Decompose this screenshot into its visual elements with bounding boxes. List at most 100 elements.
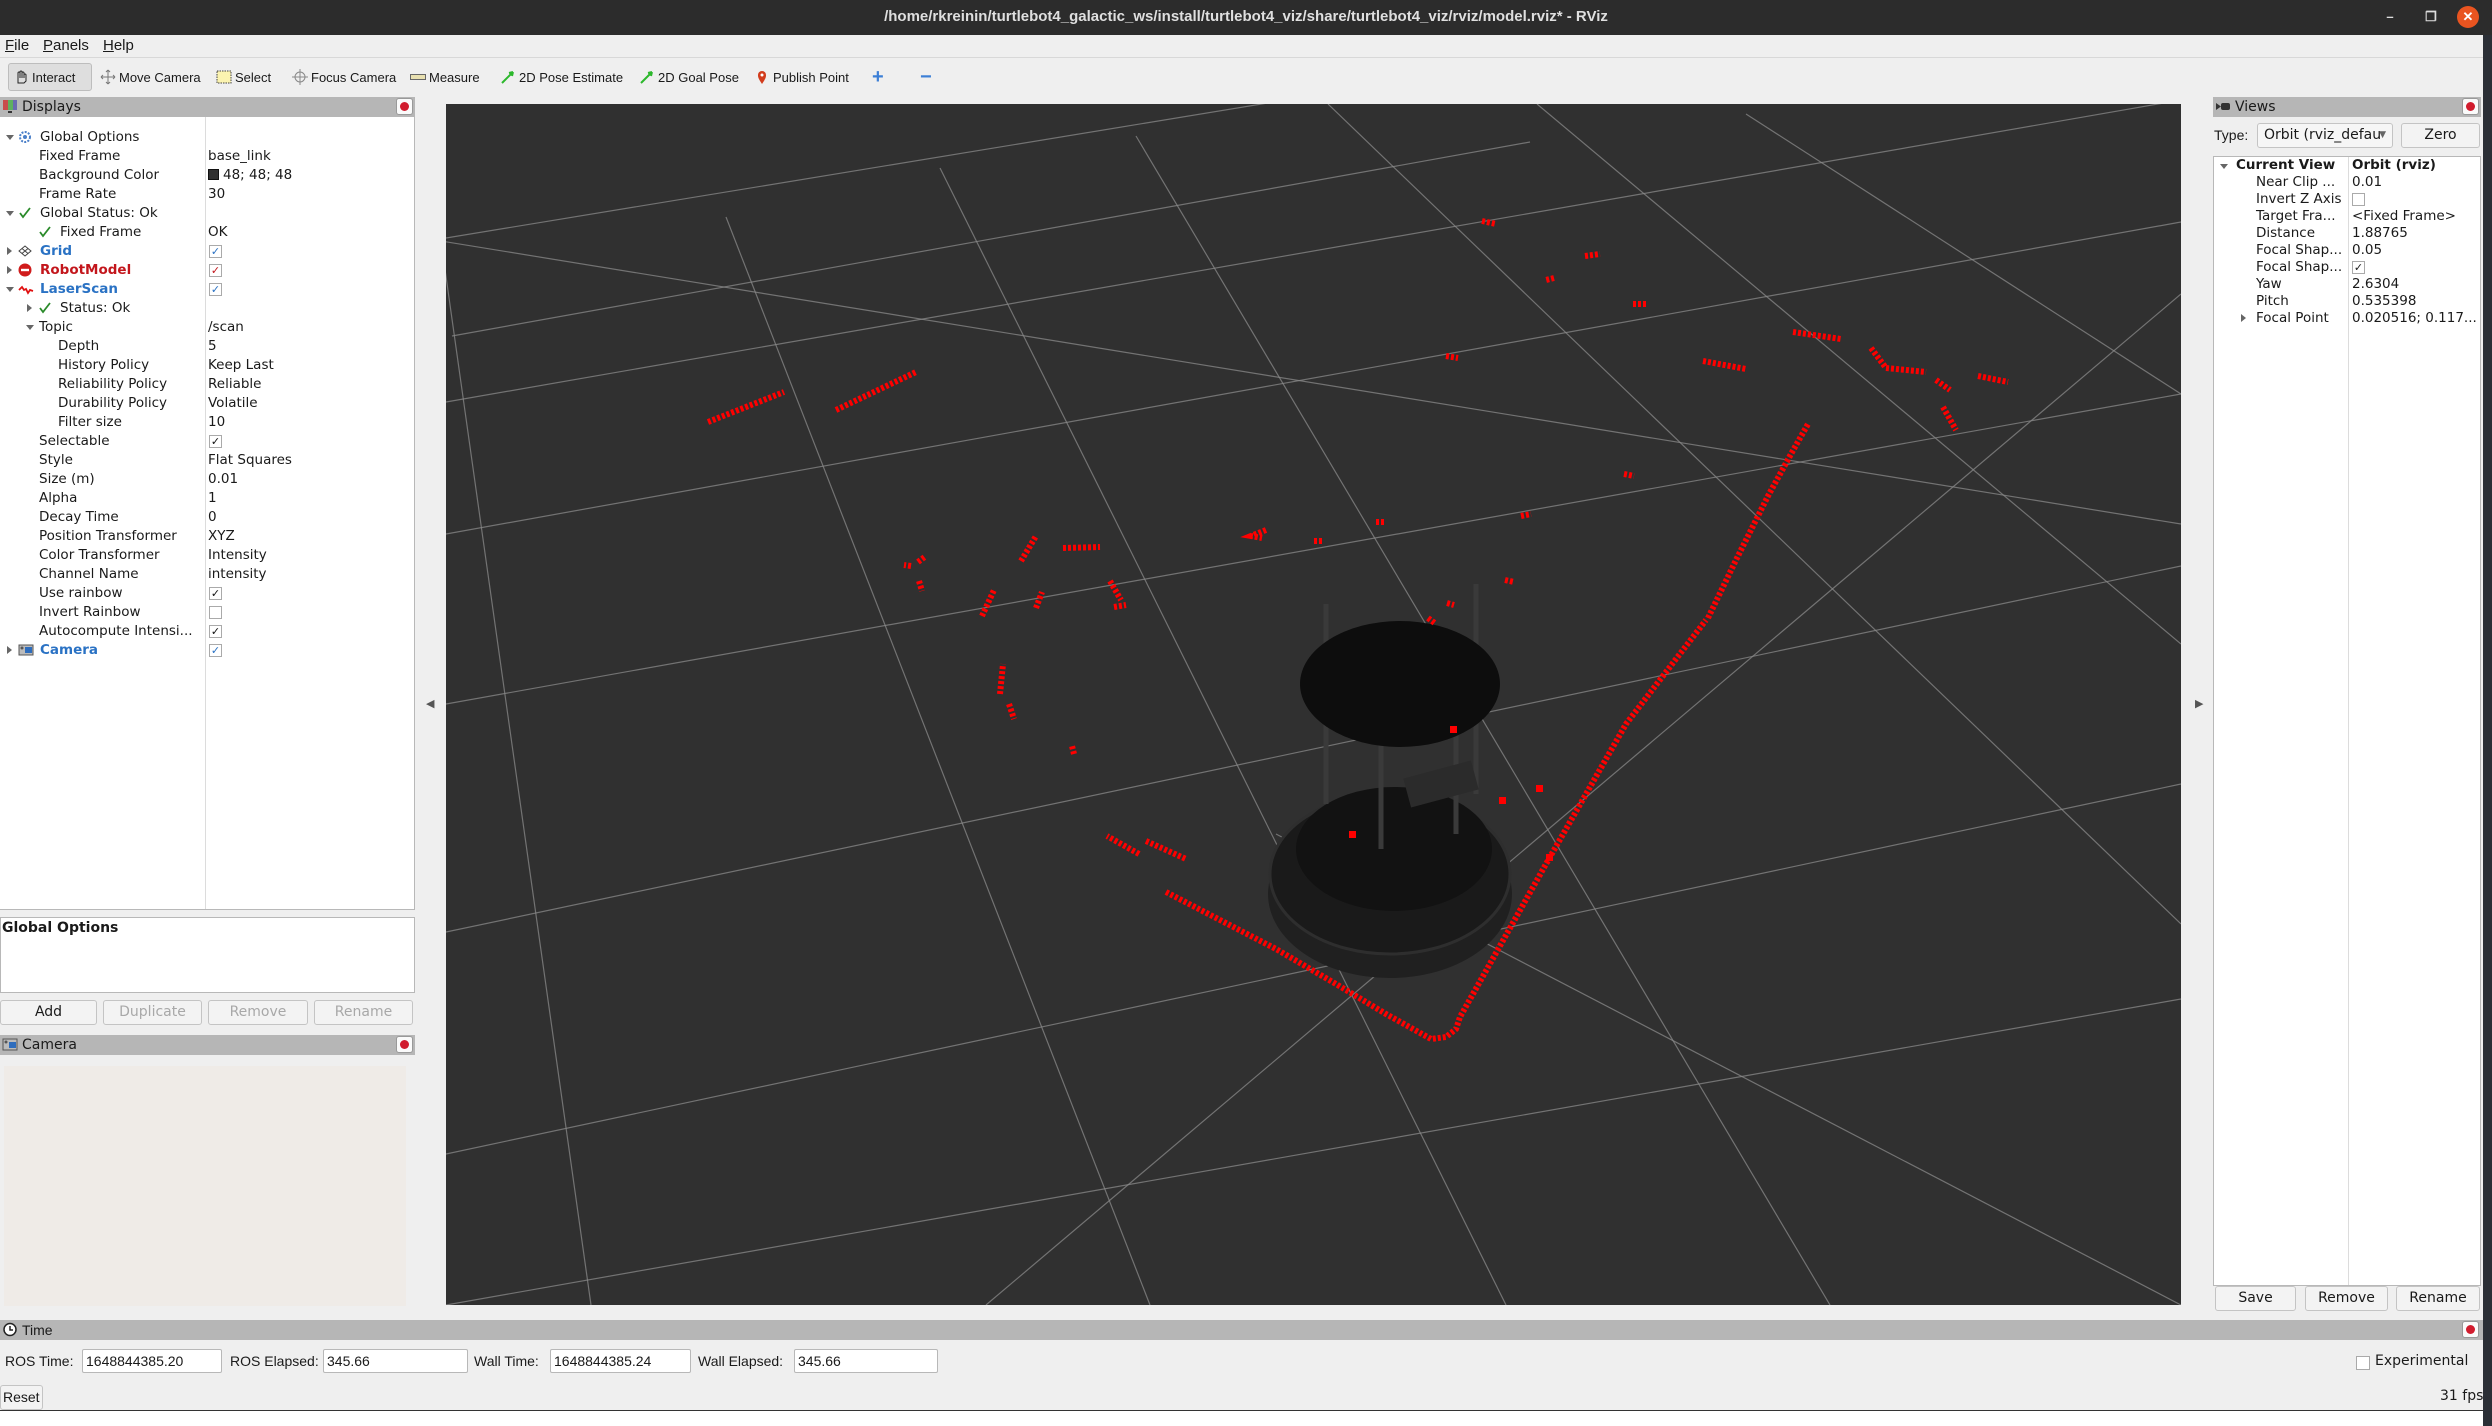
color-swatch[interactable] [208, 169, 219, 180]
row-value-cell[interactable]: Keep Last [208, 356, 274, 375]
row-value-cell[interactable]: 0.01 [208, 470, 238, 489]
display-tree-row[interactable]: Topic/scan [0, 318, 415, 337]
display-tree-row[interactable]: Autocompute Intensi... ✓ [0, 622, 415, 641]
tool-select[interactable]: Select [212, 63, 275, 91]
view-property-row[interactable]: Near Clip ... 0.01 [2214, 174, 2482, 191]
views-tree[interactable]: Current View Orbit (rviz) Near Clip ... 0… [2213, 156, 2481, 1286]
tool-measure[interactable]: Measure [406, 63, 484, 91]
view-property-row[interactable]: Focal Shap... ✓ [2214, 259, 2482, 276]
row-value-cell[interactable]: intensity [208, 565, 267, 584]
expand-arrow-icon[interactable] [27, 304, 32, 312]
view-property-row[interactable]: Target Fra... <Fixed Frame> [2214, 208, 2482, 225]
row-value-cell[interactable]: XYZ [208, 527, 235, 546]
row-value-cell[interactable]: Volatile [208, 394, 258, 413]
expand-arrow-icon[interactable] [7, 266, 12, 274]
display-tree-row[interactable]: Use rainbow ✓ [0, 584, 415, 603]
rename-display-button[interactable]: Rename [314, 1000, 413, 1025]
display-tree-row[interactable]: Status: Ok [0, 299, 415, 318]
menu-help[interactable]: Help [103, 37, 134, 54]
display-tree-row[interactable]: Grid ✓ [0, 242, 415, 261]
view-property-row[interactable]: Invert Z Axis [2214, 191, 2482, 208]
display-tree-row[interactable]: Alpha 1 [0, 489, 415, 508]
maximize-button[interactable]: ❐ [2420, 6, 2442, 28]
view-property-value[interactable]: <Fixed Frame> [2352, 208, 2456, 225]
zero-view-button[interactable]: Zero [2401, 123, 2480, 148]
close-displays-panel-button[interactable] [396, 98, 413, 115]
row-value-cell[interactable]: 48; 48; 48 [208, 166, 292, 185]
row-value[interactable]: 48; 48; 48 [223, 167, 292, 183]
display-tree-row[interactable]: Global Status: Ok [0, 204, 415, 223]
add-display-button[interactable]: Add [0, 1000, 97, 1025]
tool-interact[interactable]: Interact [8, 63, 92, 91]
tool-2d-pose-estimate[interactable]: 2D Pose Estimate [496, 63, 627, 91]
row-value[interactable]: Volatile [208, 395, 258, 411]
close-time-panel-button[interactable] [2462, 1321, 2479, 1338]
row-value[interactable]: 30 [208, 186, 225, 202]
row-value[interactable]: 0 [208, 509, 217, 525]
expand-arrow-icon[interactable] [7, 646, 12, 654]
display-tree-row[interactable]: Decay Time 0 [0, 508, 415, 527]
current-view-row[interactable]: Current View Orbit (rviz) [2214, 157, 2482, 174]
display-tree-row[interactable]: Color Transformer Intensity [0, 546, 415, 565]
tool-move-camera[interactable]: Move Camera [96, 63, 205, 91]
view-property-value[interactable]: 0.05 [2352, 242, 2382, 259]
row-value[interactable]: Intensity [208, 547, 267, 563]
ros-time-field[interactable]: 1648844385.20 [82, 1349, 222, 1373]
row-value[interactable]: intensity [208, 566, 267, 582]
view-property-checkbox[interactable]: ✓ [2352, 261, 2365, 274]
display-tree-row[interactable]: Size (m) 0.01 [0, 470, 415, 489]
save-view-button[interactable]: Save [2215, 1286, 2296, 1311]
display-tree-row[interactable]: Camera ✓ [0, 641, 415, 660]
row-value-cell[interactable]: 5 [208, 337, 217, 356]
expand-arrow-icon[interactable] [7, 247, 12, 255]
duplicate-display-button[interactable]: Duplicate [103, 1000, 202, 1025]
reset-button[interactable]: Reset [0, 1385, 43, 1410]
view-property-row[interactable]: Focal Point 0.020516; 0.117... [2214, 310, 2482, 327]
row-value-cell[interactable]: OK [208, 223, 227, 242]
collapse-left-dock-button[interactable]: ◀ [426, 697, 434, 710]
row-value-cell[interactable]: Flat Squares [208, 451, 292, 470]
row-value[interactable]: Reliable [208, 376, 261, 392]
row-value[interactable]: Keep Last [208, 357, 274, 373]
row-value[interactable]: Flat Squares [208, 452, 292, 468]
view-type-select[interactable]: Orbit (rviz_defau ▼ [2257, 123, 2393, 148]
view-property-value[interactable]: 0.535398 [2352, 293, 2416, 310]
display-tree-row[interactable]: Fixed Frame base_link [0, 147, 415, 166]
collapse-arrow-icon[interactable] [6, 135, 14, 140]
collapse-arrow-icon[interactable] [6, 211, 14, 216]
close-camera-panel-button[interactable] [396, 1036, 413, 1053]
row-value-cell[interactable]: base_link [208, 147, 271, 166]
row-value[interactable]: 0.01 [208, 471, 238, 487]
display-tree-row[interactable]: Fixed Frame OK [0, 223, 415, 242]
view-property-row[interactable]: Pitch 0.535398 [2214, 293, 2482, 310]
row-checkbox[interactable]: ✓ [209, 587, 222, 600]
row-value[interactable]: /scan [208, 319, 244, 335]
display-tree-row[interactable]: Frame Rate 30 [0, 185, 415, 204]
tool-focus-camera[interactable]: Focus Camera [288, 63, 400, 91]
displays-tree[interactable]: Global Options Fixed Frame base_link Backgr… [0, 117, 415, 910]
render-viewport[interactable] [446, 104, 2181, 1305]
expand-arrow-icon[interactable] [2241, 314, 2246, 322]
row-value-cell[interactable]: Intensity [208, 546, 267, 565]
row-value-cell[interactable]: 30 [208, 185, 225, 204]
row-value[interactable]: OK [208, 224, 227, 240]
ros-elapsed-field[interactable]: 345.66 [323, 1349, 468, 1373]
row-checkbox[interactable]: ✓ [209, 245, 222, 258]
display-tree-row[interactable]: Global Options [0, 128, 415, 147]
view-property-row[interactable]: Yaw 2.6304 [2214, 276, 2482, 293]
view-property-value[interactable]: 1.88765 [2352, 225, 2408, 242]
tool-2d-goal-pose[interactable]: 2D Goal Pose [635, 63, 743, 91]
rename-view-button[interactable]: Rename [2396, 1286, 2480, 1311]
wall-elapsed-field[interactable]: 345.66 [794, 1349, 938, 1373]
row-checkbox[interactable]: ✓ [209, 283, 222, 296]
menu-file[interactable]: File [5, 37, 29, 54]
row-value[interactable]: 1 [208, 490, 217, 506]
row-value-cell[interactable]: /scan [208, 318, 244, 337]
display-tree-row[interactable]: Selectable ✓ [0, 432, 415, 451]
display-tree-row[interactable]: Style Flat Squares [0, 451, 415, 470]
display-tree-row[interactable]: Background Color 48; 48; 48 [0, 166, 415, 185]
collapse-right-dock-button[interactable]: ▶ [2195, 697, 2203, 710]
view-property-value[interactable]: 0.01 [2352, 174, 2382, 191]
row-value[interactable]: 10 [208, 414, 225, 430]
remove-view-button[interactable]: Remove [2305, 1286, 2388, 1311]
